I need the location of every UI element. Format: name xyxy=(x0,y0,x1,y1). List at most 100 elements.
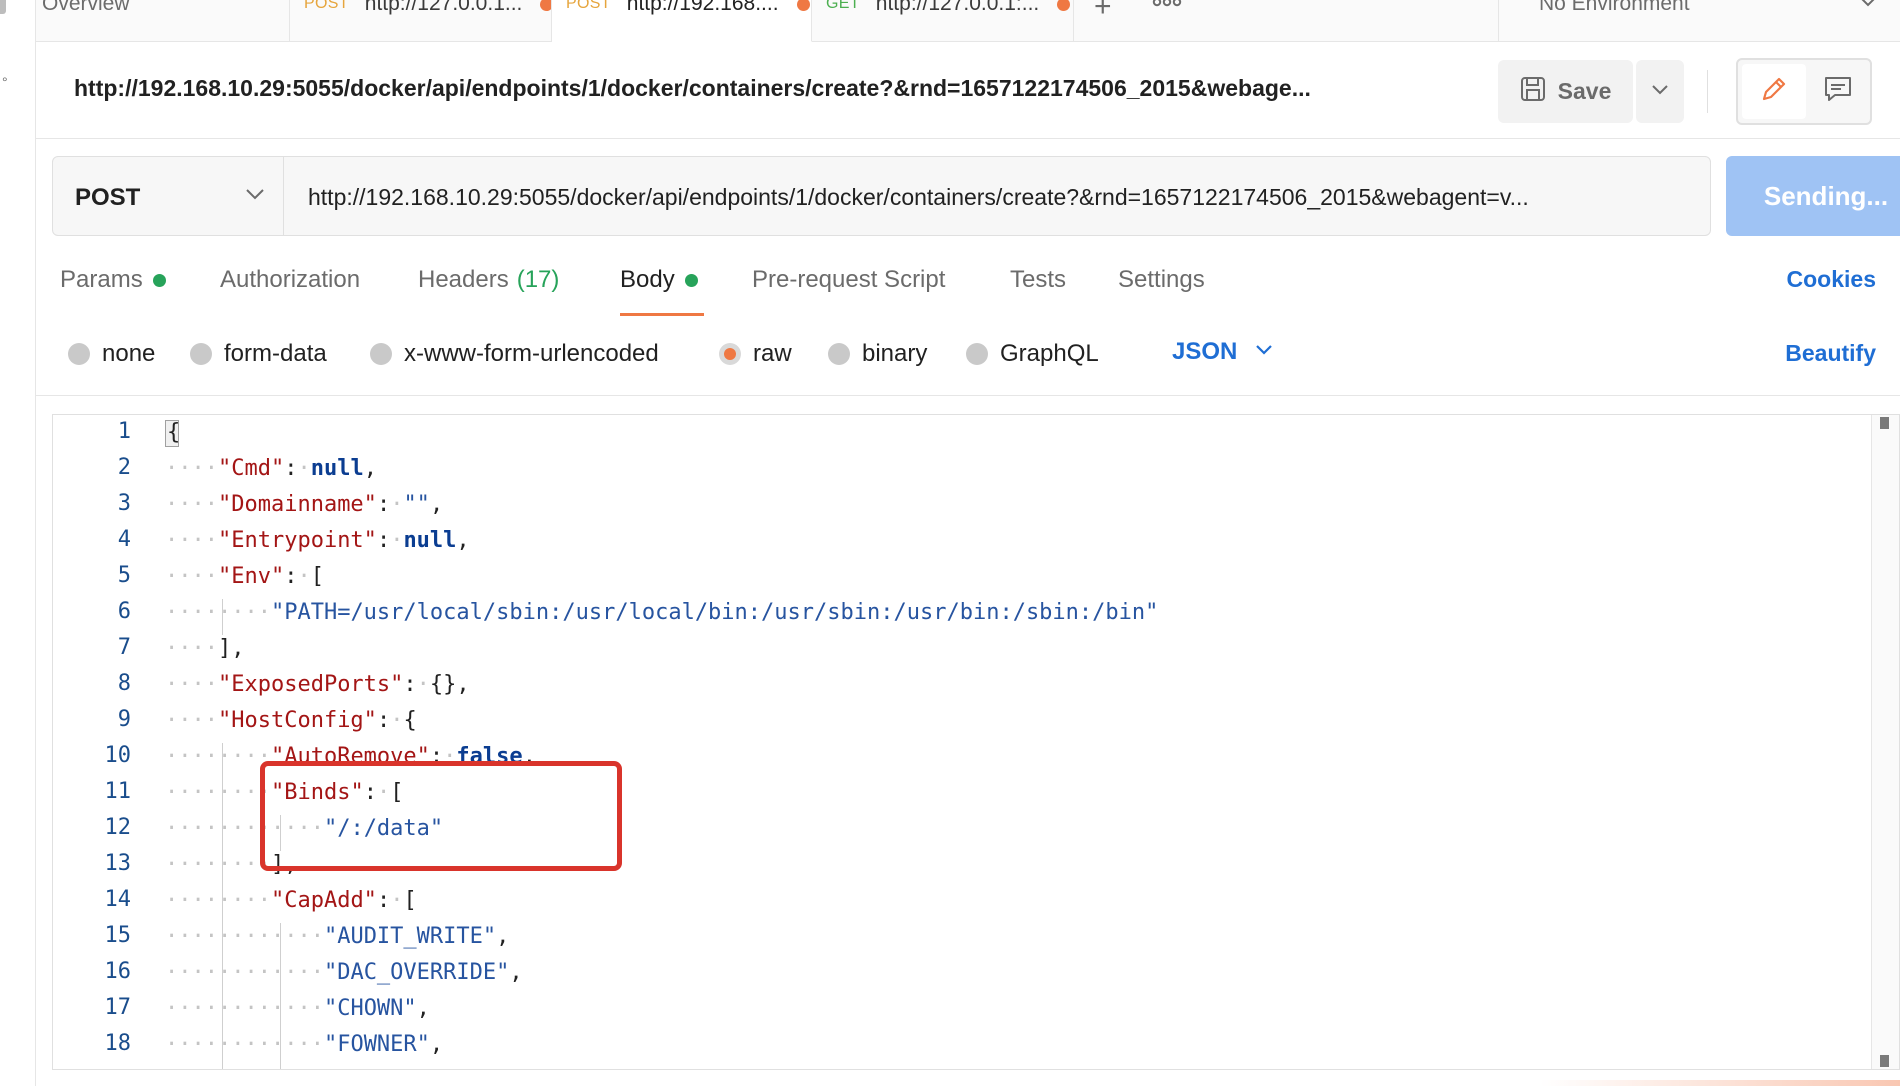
tab-headers[interactable]: Headers (17) xyxy=(418,266,559,294)
line-number: 3 xyxy=(117,491,131,516)
code-line: ····"Env":·[ xyxy=(165,559,324,595)
radio-icon xyxy=(190,343,212,365)
request-workspace: Overview POST http://127.0.0.1... POST h… xyxy=(36,0,1900,1086)
whitespace-dots: ········ xyxy=(165,780,271,805)
code-line: ····"Entrypoint":·null, xyxy=(165,523,470,559)
line-number: 2 xyxy=(117,455,131,480)
tab-request-2[interactable]: POST http://192.168.... xyxy=(552,0,812,42)
line-number: 4 xyxy=(117,527,131,552)
body-format-select[interactable]: JSON xyxy=(1172,338,1273,366)
tab-url: http://127.0.0.1:... xyxy=(875,0,1040,15)
whitespace-dots: ········ xyxy=(165,600,271,625)
code-line-text: "FOWNER", xyxy=(323,1032,444,1057)
http-method-value: POST xyxy=(75,184,141,211)
scroll-down-arrow-icon[interactable] xyxy=(1880,1055,1889,1067)
code-line: ····"ExposedPorts":·{}, xyxy=(165,667,470,703)
whitespace-dots: ············ xyxy=(165,960,324,985)
body-type-form-data[interactable]: form-data xyxy=(190,340,327,368)
body-type-urlencoded[interactable]: x-www-form-urlencoded xyxy=(370,340,659,368)
whitespace-dots: ········ xyxy=(165,744,271,769)
beautify-link[interactable]: Beautify xyxy=(1785,340,1876,367)
editor-scrollbar[interactable] xyxy=(1871,415,1899,1069)
whitespace-dots: ········ xyxy=(165,888,271,913)
save-disk-icon xyxy=(1520,76,1546,107)
radio-icon xyxy=(68,343,90,365)
tab-label: Overview xyxy=(42,0,130,15)
code-line: ····"HostConfig":·{ xyxy=(165,703,417,739)
send-button[interactable]: Sending... xyxy=(1726,156,1900,236)
unsaved-dot-icon xyxy=(540,0,551,11)
body-type-graphql[interactable]: GraphQL xyxy=(966,340,1099,368)
radio-icon xyxy=(828,343,850,365)
line-number: 10 xyxy=(104,743,132,768)
tab-body[interactable]: Body xyxy=(620,266,698,294)
line-number: 16 xyxy=(104,959,132,984)
environment-label: No Environment xyxy=(1539,0,1690,15)
line-number: 17 xyxy=(104,995,132,1020)
chevron-down-icon xyxy=(1651,83,1669,101)
body-type-raw[interactable]: raw xyxy=(719,340,792,368)
tab-label: Pre-request Script xyxy=(752,266,946,293)
code-line-text: ], xyxy=(217,636,245,661)
toolbar-divider xyxy=(1707,70,1708,113)
request-config-tabs: Params Authorization Headers (17) Body P… xyxy=(36,258,1900,318)
code-line: ········"CapAdd":·[ xyxy=(165,883,417,919)
tab-settings[interactable]: Settings xyxy=(1118,266,1205,294)
scroll-up-arrow-icon[interactable] xyxy=(1880,417,1889,429)
code-line-text: "Entrypoint":·null, xyxy=(217,528,470,553)
code-line: ········"PATH=/usr/local/sbin:/usr/local… xyxy=(165,595,1158,631)
tab-label: Tests xyxy=(1010,266,1067,293)
tab-authorization[interactable]: Authorization xyxy=(220,266,360,294)
chevron-down-icon xyxy=(1255,343,1273,361)
code-line-text: "Domainname":·"", xyxy=(217,492,444,517)
request-title[interactable]: http://192.168.10.29:5055/docker/api/end… xyxy=(74,75,1474,102)
chevron-down-icon xyxy=(1858,0,1878,12)
sidebar-degree-icon: ° xyxy=(2,74,8,90)
code-line-text: "HostConfig":·{ xyxy=(217,708,417,733)
whitespace-dots: ···· xyxy=(165,456,218,481)
tab-pre-request-script[interactable]: Pre-request Script xyxy=(752,266,945,294)
json-body-editor[interactable]: 1 2 3 4 5 6 7 8 9 10 11 12 13 14 15 16 1… xyxy=(52,414,1900,1070)
whitespace-dots: ···· xyxy=(165,528,218,553)
comments-mode-button[interactable] xyxy=(1808,64,1868,119)
tab-request-1[interactable]: POST http://127.0.0.1... xyxy=(290,0,552,42)
code-line-text: "Cmd":·null, xyxy=(217,456,377,481)
radio-label: raw xyxy=(753,340,792,367)
more-tabs-ellipsis-icon[interactable] xyxy=(1152,0,1182,18)
body-format-value: JSON xyxy=(1172,338,1238,365)
view-mode-toggle xyxy=(1736,58,1872,125)
chevron-down-icon xyxy=(245,187,265,205)
line-number-gutter: 1 2 3 4 5 6 7 8 9 10 11 12 13 14 15 16 1… xyxy=(53,415,165,1069)
body-type-binary[interactable]: binary xyxy=(828,340,927,368)
request-url-input[interactable]: http://192.168.10.29:5055/docker/api/end… xyxy=(283,156,1711,236)
edit-mode-button[interactable] xyxy=(1742,64,1806,119)
cookies-link[interactable]: Cookies xyxy=(1787,266,1876,293)
tab-request-3[interactable]: GET http://127.0.0.1:... xyxy=(812,0,1074,42)
whitespace-dots: ···· xyxy=(165,564,218,589)
save-button[interactable]: Save xyxy=(1498,60,1633,123)
tab-params[interactable]: Params xyxy=(60,266,166,294)
tab-tests[interactable]: Tests xyxy=(1010,266,1066,294)
line-number: 13 xyxy=(104,851,132,876)
code-line: ············"FOWNER", xyxy=(165,1027,443,1063)
tab-label: Params xyxy=(60,266,143,293)
tab-overview[interactable]: Overview xyxy=(36,0,290,42)
code-line-text: "CHOWN", xyxy=(323,996,430,1021)
body-type-none[interactable]: none xyxy=(68,340,155,368)
environment-selector[interactable]: No Environment xyxy=(1498,0,1900,42)
line-number: 14 xyxy=(104,887,132,912)
new-tab-plus-icon[interactable]: + xyxy=(1094,0,1112,24)
request-tab-bar: Overview POST http://127.0.0.1... POST h… xyxy=(36,0,1900,42)
tab-method: POST xyxy=(304,0,349,12)
code-area[interactable]: { ····"Cmd":·null, ····"Domainname":·"",… xyxy=(165,415,1871,1069)
request-url-value: http://192.168.10.29:5055/docker/api/end… xyxy=(308,184,1529,210)
line-number: 15 xyxy=(104,923,132,948)
save-options-button[interactable] xyxy=(1636,60,1684,123)
whitespace-dots: ···· xyxy=(165,708,218,733)
line-number: 8 xyxy=(117,671,131,696)
radio-selected-icon xyxy=(719,343,741,365)
http-method-select[interactable]: POST xyxy=(52,156,284,236)
line-number: 6 xyxy=(117,599,131,624)
tab-url: http://127.0.0.1... xyxy=(364,0,523,15)
tab-label: Body xyxy=(620,266,675,293)
